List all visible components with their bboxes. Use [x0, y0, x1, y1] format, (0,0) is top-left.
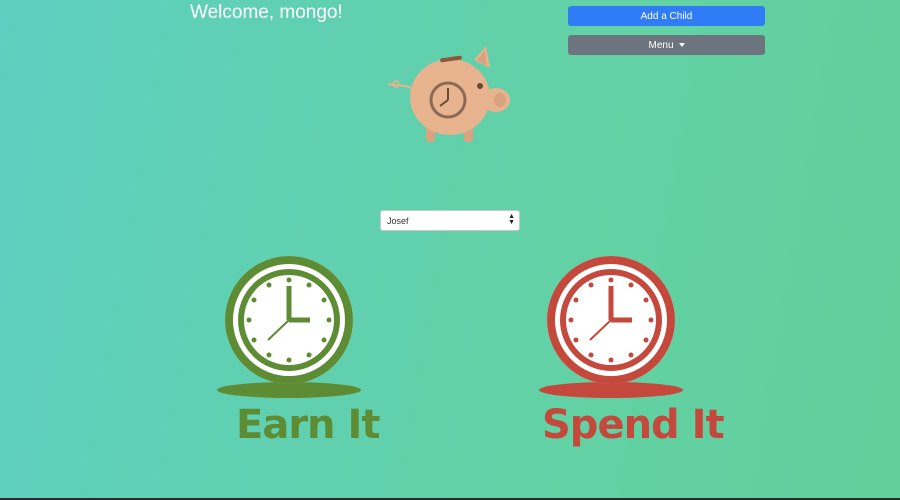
earn-it-label[interactable]: Earn It — [236, 402, 380, 448]
child-select-value: Josef — [387, 215, 409, 226]
menu-dropdown-button[interactable]: Menu — [568, 35, 765, 55]
menu-button-label: Menu — [648, 39, 674, 51]
add-child-button[interactable]: Add a Child — [568, 6, 765, 26]
caret-down-icon — [678, 43, 685, 47]
add-child-button-label: Add a Child — [640, 10, 693, 22]
select-arrows-icon: ▲ ▼ — [508, 213, 515, 226]
welcome-heading: Welcome, mongo! — [190, 2, 343, 23]
spend-it-label[interactable]: Spend It — [542, 402, 725, 448]
red-clock-icon[interactable] — [536, 252, 686, 402]
piggy-bank-clock-icon — [387, 46, 510, 142]
green-clock-icon[interactable] — [214, 252, 364, 402]
child-select[interactable]: Josef ▲ ▼ — [380, 210, 520, 231]
